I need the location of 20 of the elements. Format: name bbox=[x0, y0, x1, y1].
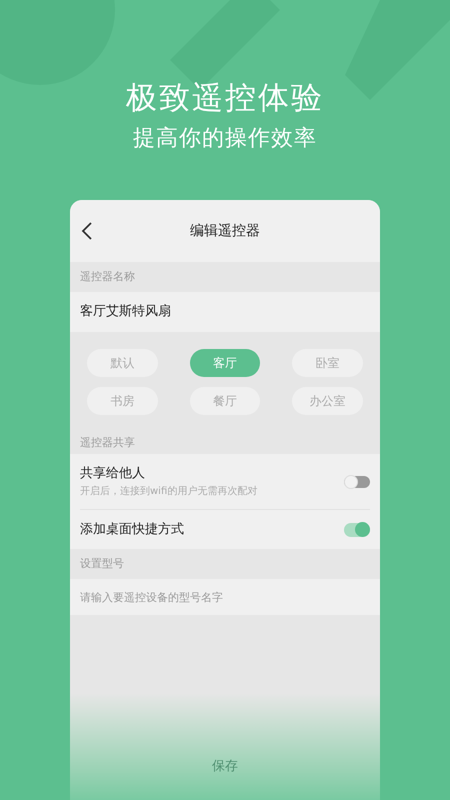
back-icon[interactable] bbox=[80, 221, 94, 241]
setting-title: 共享给他人 bbox=[80, 465, 146, 484]
section-label: 设置型号 bbox=[79, 556, 125, 572]
toggle-switch[interactable] bbox=[344, 522, 370, 536]
room-tag[interactable]: 默认 bbox=[87, 349, 158, 377]
headline: 极致遥控体验 bbox=[126, 79, 324, 118]
room-tag[interactable]: 书房 bbox=[87, 387, 158, 415]
toggle-switch[interactable] bbox=[344, 476, 370, 488]
setting-description: 开启后，连接到wifi的用户无需再次配对 bbox=[80, 484, 258, 499]
screen-title: 编辑遥控器 bbox=[190, 222, 260, 240]
subheadline: 提高你的操作效率 bbox=[133, 125, 317, 153]
name-field[interactable]: 客厅艾斯特风扇 bbox=[70, 292, 380, 332]
save-button[interactable]: 保存 bbox=[202, 752, 248, 780]
room-tag[interactable]: 餐厅 bbox=[190, 387, 260, 415]
room-tag[interactable]: 卧室 bbox=[292, 349, 363, 377]
room-tag[interactable]: 办公室 bbox=[292, 387, 363, 415]
setting-title: 添加桌面快捷方式 bbox=[80, 520, 185, 539]
model-input-field[interactable]: 请输入要遥控设备的型号名字 bbox=[70, 579, 380, 615]
room-tag[interactable]: 客厅 bbox=[190, 349, 260, 377]
section-label: 遥控器共享 bbox=[79, 434, 136, 451]
